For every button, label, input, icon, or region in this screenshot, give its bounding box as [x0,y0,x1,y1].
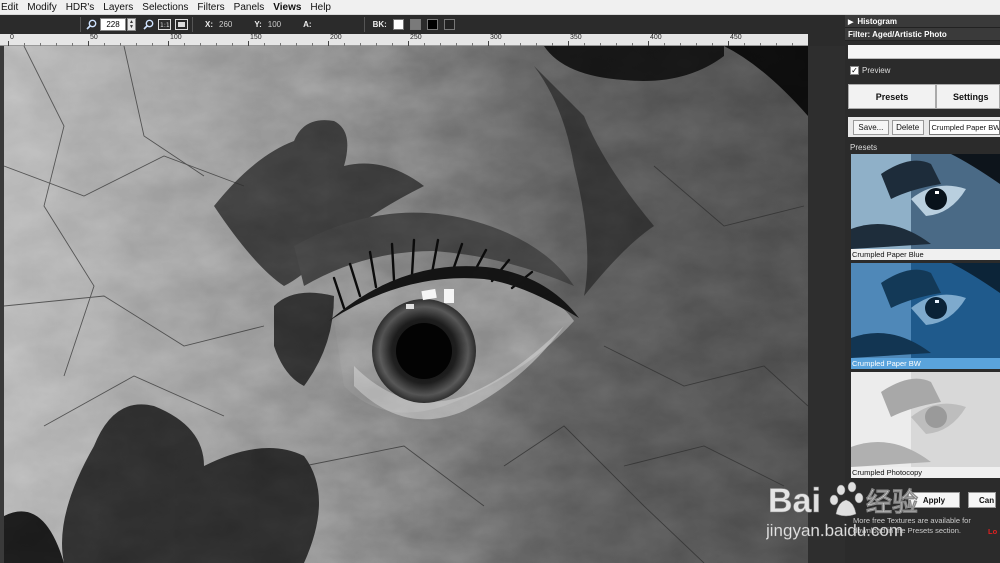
ruler-label: 0 [10,34,14,41]
bk-swatch-gray[interactable] [409,19,421,30]
toolbar-separator [80,17,81,32]
bk-label: BK: [372,20,387,29]
filtered-eye-image [4,46,808,563]
a-label: A: [303,20,312,29]
ruler-label: 50 [90,34,98,41]
menu-help[interactable]: Help [306,0,336,15]
canvas-gutter [808,46,845,563]
menu-modify[interactable]: Modify [23,0,61,15]
bk-swatch-black[interactable] [426,19,438,30]
image-canvas[interactable] [4,46,808,563]
apply-button[interactable]: Apply [908,492,960,508]
toolbar: 228 ▲ ▼ 1:1 X: 260 Y: 100 A: BK: [0,15,845,34]
preset-item[interactable]: Crumpled Photocopy [848,370,1000,479]
delete-preset-button[interactable]: Delete [891,119,924,135]
y-label: Y: [254,20,262,29]
ruler-label: 400 [650,34,662,41]
save-preset-button[interactable]: Save... [853,119,889,135]
preset-thumbnail [851,263,1000,358]
histogram-header[interactable]: ▶ Histogram [845,15,1000,28]
load-link[interactable]: Lo [988,527,997,536]
ruler-label: 150 [250,34,262,41]
menu-hdrs[interactable]: HDR's [62,0,100,15]
preset-item[interactable]: Crumpled Paper Blue [848,152,1000,261]
filter-title: Filter: Aged/Artistic Photo [848,30,947,39]
menu-views[interactable]: Views [269,0,306,15]
filter-panel: ▶ Histogram Filter: Aged/Artistic Photo ✓… [845,15,1000,563]
zoom-icon[interactable] [85,19,97,31]
preset-caption: Crumpled Photocopy [851,467,1000,478]
menu-selections[interactable]: Selections [138,0,193,15]
panel-strip [848,45,1000,59]
tab-presets[interactable]: Presets [848,84,936,109]
zoom-input[interactable]: 228 [100,18,126,31]
menu-edit[interactable]: Edit [0,0,23,15]
preview-label: Preview [862,65,891,75]
preset-list[interactable]: Crumpled Paper Blue Crumpled Paper BW Cr… [848,152,1000,482]
menu-bar: Edit Modify HDR's Layers Selections Filt… [0,0,1000,15]
preset-item-selected[interactable]: Crumpled Paper BW [848,261,1000,370]
spin-down-icon[interactable]: ▼ [129,24,134,30]
preview-toggle[interactable]: ✓ Preview [850,64,890,76]
action-row: Apply Can [848,491,1000,509]
preset-controls: Save... Delete Crumpled Paper BW [848,117,1000,137]
ruler-label: 200 [330,34,342,41]
ruler-label: 300 [490,34,502,41]
preset-name-field[interactable]: Crumpled Paper BW [928,119,1000,135]
ruler-corner [808,34,845,46]
filter-header: Filter: Aged/Artistic Photo [845,28,1000,41]
y-value: 100 [267,20,282,29]
svg-text:1:1: 1:1 [160,22,170,29]
panel-tabs: Presets Settings [848,84,1000,109]
x-label: X: [205,20,213,29]
cancel-button[interactable]: Can [968,492,996,508]
fit-100-icon[interactable]: 1:1 [157,19,171,31]
toolbar-separator [363,17,365,32]
histogram-title: Histogram [857,17,897,26]
bk-swatch-white[interactable] [392,19,404,30]
fit-window-icon[interactable] [174,19,188,31]
preset-caption: Crumpled Paper BW [851,358,1000,369]
menu-filters[interactable]: Filters [193,0,229,15]
app-window: Edit Modify HDR's Layers Selections Filt… [0,0,1000,563]
toolbar-separator [192,17,193,32]
preset-thumbnail [851,154,1000,249]
zoom-spinner[interactable]: ▲ ▼ [127,18,136,31]
ruler-label: 450 [730,34,742,41]
preset-caption: Crumpled Paper Blue [851,249,1000,260]
ruler-label: 100 [170,34,182,41]
expand-triangle-icon[interactable]: ▶ [848,19,853,26]
bk-swatch-dark[interactable] [443,19,455,30]
ruler-label: 250 [410,34,422,41]
zoom-out-icon[interactable] [142,19,154,31]
preset-thumbnail [851,372,1000,467]
tab-settings[interactable]: Settings [936,84,1000,109]
presets-label: Presets [850,143,878,152]
menu-layers[interactable]: Layers [99,0,138,15]
menu-panels[interactable]: Panels [230,0,270,15]
preview-checkbox[interactable]: ✓ [850,65,859,75]
textures-note: More free Textures are available for dow… [853,516,971,535]
horizontal-ruler: 0 50 100 150 200 250 300 350 400 450 [0,34,808,46]
x-value: 260 [219,20,233,29]
ruler-label: 350 [570,34,582,41]
